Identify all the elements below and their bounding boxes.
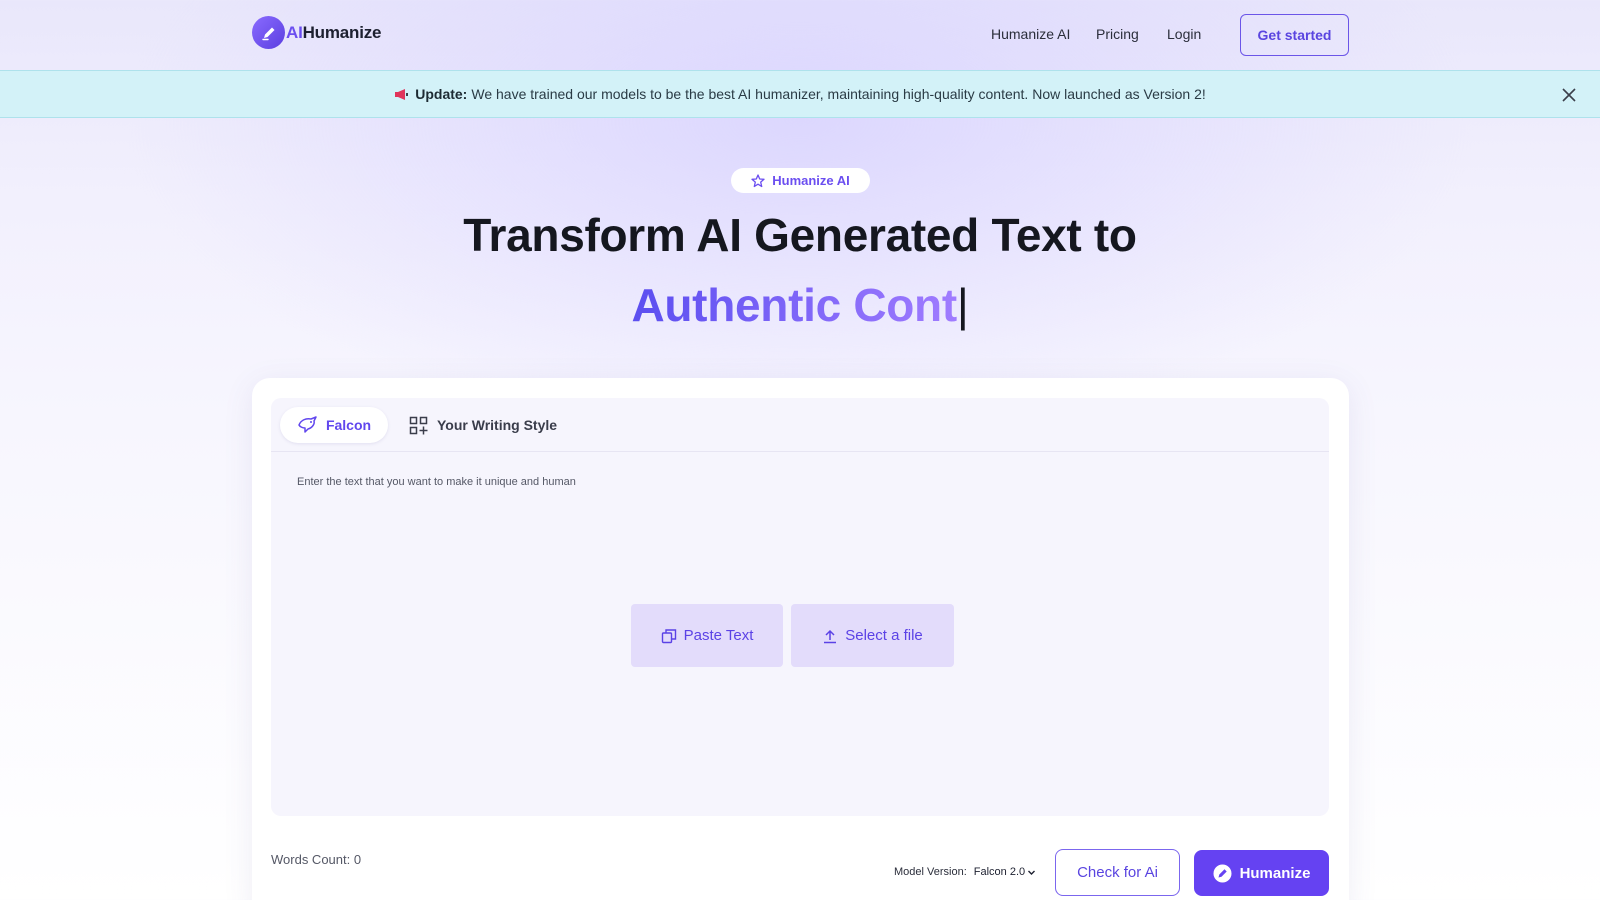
tab-falcon[interactable]: Falcon bbox=[280, 407, 388, 443]
star-icon bbox=[751, 173, 765, 187]
update-banner: Update: We have trained our models to be… bbox=[0, 70, 1600, 118]
nav-link-pricing[interactable]: Pricing bbox=[1096, 26, 1139, 42]
model-version-label: Model Version: bbox=[894, 866, 967, 878]
chip-label: Humanize AI bbox=[772, 173, 850, 188]
hero-title: Transform AI Generated Text to bbox=[463, 209, 1137, 261]
humanize-button[interactable]: Humanize bbox=[1194, 850, 1329, 896]
typing-caret: | bbox=[956, 279, 969, 331]
pen-logo-icon bbox=[252, 16, 285, 49]
humanize-ai-chip: Humanize AI bbox=[731, 168, 870, 193]
chevron-down-icon bbox=[1028, 870, 1036, 875]
text-editor: Falcon Your Writing Style Paste Text bbox=[271, 398, 1329, 816]
pen-circle-icon bbox=[1213, 864, 1232, 882]
words-count: Words Count: 0 bbox=[271, 852, 362, 867]
select-file-label: Select a file bbox=[845, 627, 923, 644]
hero-typed-text: Authentic Cont bbox=[631, 279, 957, 331]
banner-label: Update: bbox=[415, 86, 468, 102]
get-started-button[interactable]: Get started bbox=[1240, 14, 1349, 56]
tab-falcon-label: Falcon bbox=[325, 417, 372, 433]
model-tabs: Falcon Your Writing Style bbox=[271, 398, 1329, 452]
model-version: Model Version: Falcon 2.0 bbox=[894, 866, 1036, 878]
check-for-ai-button[interactable]: Check for Ai bbox=[1055, 849, 1180, 896]
grid-plus-icon bbox=[409, 416, 428, 434]
nav-link-humanize-ai[interactable]: Humanize AI bbox=[991, 26, 1070, 42]
tab-your-writing-style[interactable]: Your Writing Style bbox=[409, 407, 557, 443]
upload-icon bbox=[824, 629, 837, 643]
nav-link-login[interactable]: Login bbox=[1167, 26, 1201, 42]
brand-name: AIHumanize bbox=[286, 22, 382, 42]
paste-text-label: Paste Text bbox=[683, 627, 754, 644]
humanizer-card: Falcon Your Writing Style Paste Text bbox=[252, 378, 1349, 900]
hero-subtitle: Authentic Cont| bbox=[0, 278, 1600, 332]
falcon-icon bbox=[298, 416, 317, 433]
close-icon bbox=[1562, 88, 1576, 102]
copy-icon bbox=[661, 628, 676, 643]
paste-text-button[interactable]: Paste Text bbox=[631, 604, 783, 667]
brand-logo[interactable]: AIHumanize bbox=[252, 16, 382, 49]
banner-message: We have trained our models to be the bes… bbox=[471, 86, 1206, 102]
close-banner-button[interactable] bbox=[1558, 84, 1580, 106]
model-version-select[interactable]: Falcon 2.0 bbox=[974, 866, 1036, 878]
banner-content: Update: We have trained our models to be… bbox=[394, 86, 1206, 102]
megaphone-icon bbox=[394, 88, 409, 101]
model-version-value: Falcon 2.0 bbox=[973, 866, 1026, 878]
site-header: AIHumanize Humanize AI Pricing Login Get… bbox=[0, 0, 1600, 70]
tab-style-label: Your Writing Style bbox=[437, 417, 558, 433]
humanize-label: Humanize bbox=[1239, 864, 1311, 882]
select-file-button[interactable]: Select a file bbox=[791, 604, 954, 667]
